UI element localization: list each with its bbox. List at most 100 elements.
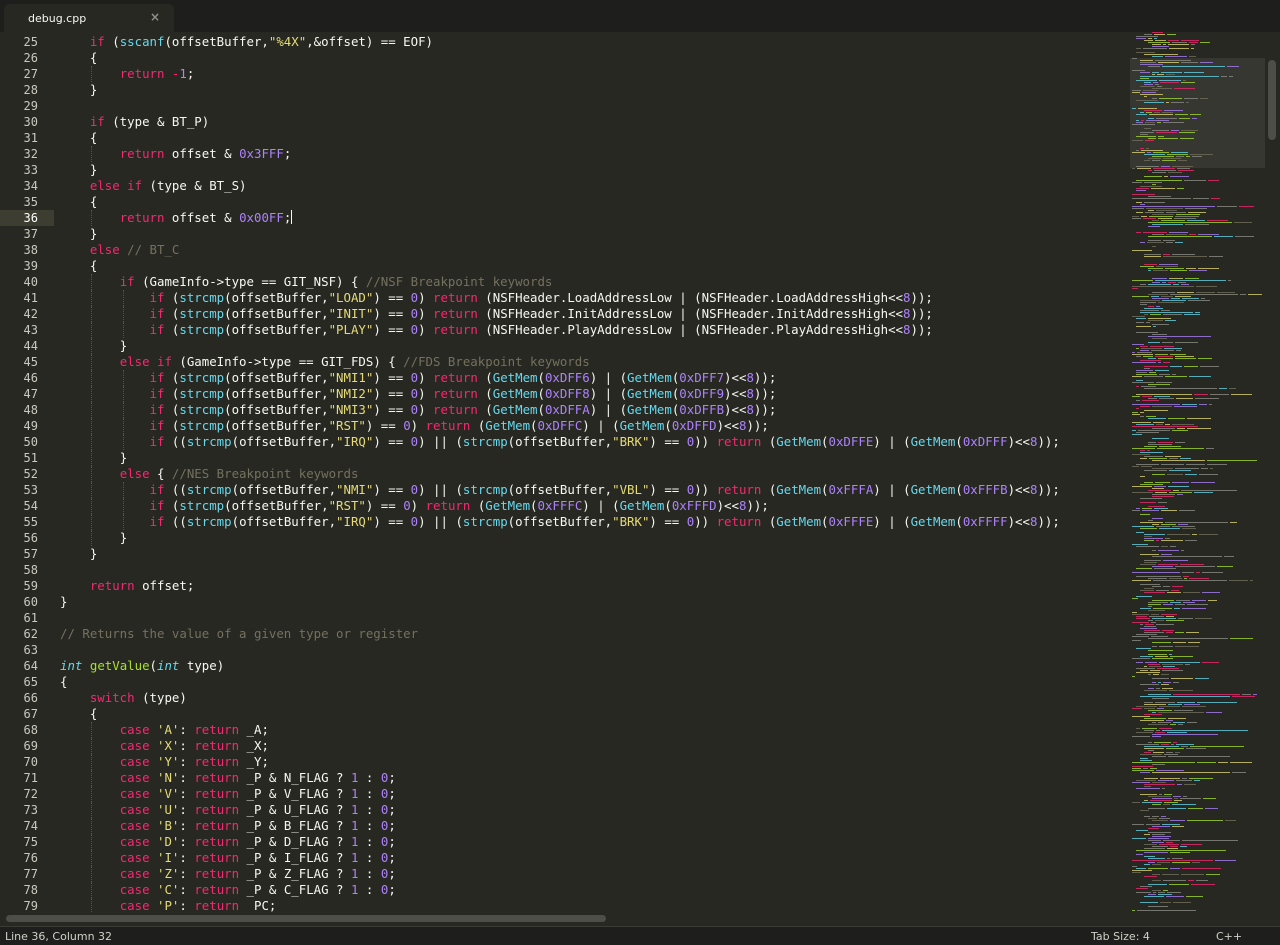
horizontal-scrollbar[interactable] <box>0 912 1280 926</box>
code-line[interactable]: if (strcmp(offsetBuffer,"RST") == 0) ret… <box>60 498 769 514</box>
code-line[interactable]: return offset & 0x3FFF; <box>60 146 292 162</box>
code-token: case <box>119 754 150 769</box>
code-token: _P & C_FLAG ? <box>239 882 351 897</box>
tab-debug-cpp[interactable]: debug.cpp × <box>4 4 174 32</box>
code-line[interactable]: { <box>60 258 97 274</box>
code-line[interactable]: case 'P': return _PC; <box>60 898 277 912</box>
code-line[interactable]: else if (GameInfo->type == GIT_FDS) { //… <box>60 354 590 370</box>
code-line[interactable]: } <box>60 530 127 546</box>
minimap-code-line <box>1140 412 1144 413</box>
minimap-code-line <box>1162 66 1225 67</box>
minimap-code-line <box>1152 160 1160 161</box>
code-line[interactable]: } <box>60 226 97 242</box>
code-line[interactable]: } <box>60 594 67 610</box>
minimap-code-line <box>1197 762 1216 763</box>
minimap-code-line <box>1152 734 1218 735</box>
code-line[interactable]: else // BT_C <box>60 242 180 258</box>
code-line[interactable]: else if (type & BT_S) <box>60 178 247 194</box>
vertical-scrollbar-thumb[interactable] <box>1268 60 1276 140</box>
code-token: 'C' <box>157 882 180 897</box>
minimap-code-line <box>1148 170 1152 171</box>
minimap-code-line <box>1156 540 1159 541</box>
minimap-code-line <box>1144 786 1151 787</box>
code-line[interactable]: if (strcmp(offsetBuffer,"NMI1") == 0) re… <box>60 370 777 386</box>
code-line[interactable]: { <box>60 194 97 210</box>
code-line[interactable]: case 'C': return _P & C_FLAG ? 1 : 0; <box>60 882 396 898</box>
code-token: GetMem <box>492 370 538 385</box>
code-line[interactable]: case 'I': return _P & I_FLAG ? 1 : 0; <box>60 850 396 866</box>
minimap-code-line <box>1152 890 1161 891</box>
minimap-code-line <box>1144 102 1164 103</box>
minimap-code-line <box>1156 132 1177 133</box>
code-token: 0xDFF8 <box>544 386 590 401</box>
code-line[interactable]: { <box>60 50 97 66</box>
minimap-code-line <box>1155 732 1165 733</box>
code-line[interactable]: if (sscanf(offsetBuffer,"%4X",&offset) =… <box>60 34 433 50</box>
minimap-code-line <box>1152 74 1155 75</box>
code-line[interactable]: } <box>60 338 127 354</box>
minimap[interactable] <box>1130 32 1265 912</box>
code-line[interactable]: switch (type) <box>60 690 187 706</box>
minimap-code-line <box>1161 684 1169 685</box>
code-line[interactable]: { <box>60 706 97 722</box>
code-line[interactable]: if (type & BT_P) <box>60 114 209 130</box>
minimap-code-line <box>1132 208 1144 209</box>
code-editor[interactable]: 25 if (sscanf(offsetBuffer,"%4X",&offset… <box>0 32 1130 912</box>
code-line[interactable]: return offset; <box>60 578 194 594</box>
code-line[interactable]: } <box>60 546 97 562</box>
close-icon[interactable]: × <box>150 10 160 24</box>
minimap-code-line <box>1156 306 1160 307</box>
code-line[interactable]: { <box>60 674 67 690</box>
code-line[interactable]: if (strcmp(offsetBuffer,"NMI3") == 0) re… <box>60 402 777 418</box>
tab-size-selector[interactable]: Tab Size: 4 <box>1091 930 1150 943</box>
minimap-code-line <box>1155 702 1175 703</box>
minimap-code-line <box>1148 796 1171 797</box>
minimap-code-line <box>1158 138 1178 139</box>
code-line[interactable]: case 'U': return _P & U_FLAG ? 1 : 0; <box>60 802 396 818</box>
vertical-scrollbar[interactable] <box>1265 32 1280 912</box>
code-line[interactable]: { <box>60 130 97 146</box>
code-line[interactable]: if (GameInfo->type == GIT_NSF) { //NSF B… <box>60 274 553 290</box>
horizontal-scrollbar-thumb[interactable] <box>6 915 606 922</box>
code-line[interactable]: if ((strcmp(offsetBuffer,"IRQ") == 0) ||… <box>60 514 1060 530</box>
code-line[interactable]: if (strcmp(offsetBuffer,"INIT") == 0) re… <box>60 306 933 322</box>
code-line[interactable]: else { //NES Breakpoint keywords <box>60 466 359 482</box>
minimap-code-line <box>1157 86 1162 87</box>
code-line[interactable]: case 'Z': return _P & Z_FLAG ? 1 : 0; <box>60 866 396 882</box>
minimap-code-line <box>1217 206 1237 207</box>
code-line[interactable]: if (strcmp(offsetBuffer,"PLAY") == 0) re… <box>60 322 933 338</box>
code-line[interactable]: } <box>60 82 97 98</box>
code-line[interactable]: case 'V': return _P & V_FLAG ? 1 : 0; <box>60 786 396 802</box>
minimap-code-line <box>1168 172 1182 173</box>
code-token: (offsetBuffer, <box>231 434 337 449</box>
minimap-code-line <box>1162 824 1180 825</box>
code-token: return <box>716 434 762 449</box>
minimap-code-line <box>1179 132 1195 133</box>
code-line[interactable]: if (strcmp(offsetBuffer,"RST") == 0) ret… <box>60 418 769 434</box>
code-line[interactable]: // Returns the value of a given type or … <box>60 626 418 642</box>
code-line[interactable]: case 'D': return _P & D_FLAG ? 1 : 0; <box>60 834 396 850</box>
code-line[interactable]: case 'X': return _X; <box>60 738 269 754</box>
code-line[interactable]: } <box>60 450 127 466</box>
minimap-code-line <box>1230 522 1237 523</box>
code-line[interactable]: return offset & 0x00FF; <box>60 210 293 226</box>
code-line[interactable]: return -1; <box>60 66 195 82</box>
minimap-code-line <box>1132 92 1140 93</box>
minimap-code-line <box>1164 802 1178 803</box>
code-line[interactable]: case 'B': return _P & B_FLAG ? 1 : 0; <box>60 818 396 834</box>
syntax-selector[interactable]: C++ <box>1216 930 1242 943</box>
code-line[interactable]: int getValue(int type) <box>60 658 224 674</box>
code-line[interactable]: } <box>60 162 97 178</box>
code-line[interactable]: if ((strcmp(offsetBuffer,"IRQ") == 0) ||… <box>60 434 1060 450</box>
minimap-code-line <box>1152 298 1169 299</box>
code-line[interactable]: if ((strcmp(offsetBuffer,"NMI") == 0) ||… <box>60 482 1060 498</box>
code-line[interactable]: case 'N': return _P & N_FLAG ? 1 : 0; <box>60 770 396 786</box>
code-line[interactable]: case 'A': return _A; <box>60 722 269 738</box>
code-line[interactable]: if (strcmp(offsetBuffer,"NMI2") == 0) re… <box>60 386 777 402</box>
code-line[interactable]: case 'Y': return _Y; <box>60 754 269 770</box>
code-token: ( <box>821 514 829 529</box>
code-line[interactable]: if (strcmp(offsetBuffer,"LOAD") == 0) re… <box>60 290 933 306</box>
minimap-code-line <box>1144 540 1154 541</box>
code-token: 'Z' <box>157 866 180 881</box>
